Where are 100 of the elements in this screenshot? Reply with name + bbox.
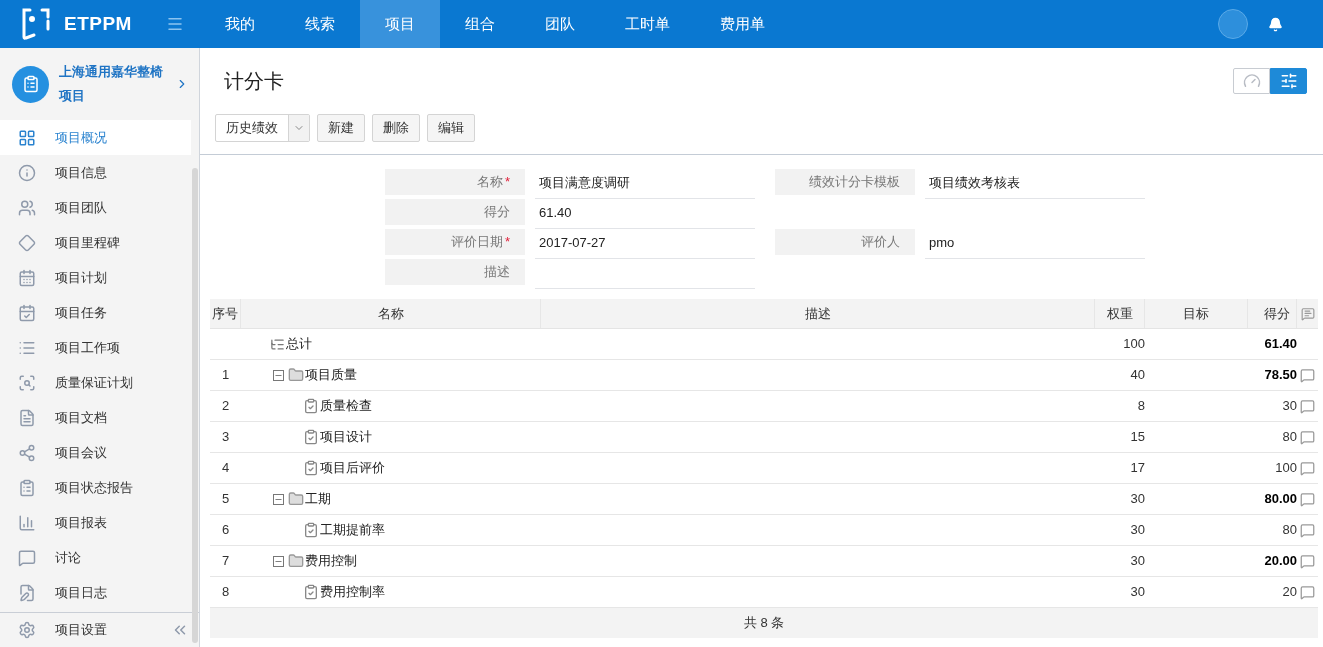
sidebar-item[interactable]: 项目里程碑 [0,225,191,260]
people-icon [18,198,36,217]
column-header[interactable]: 目标 [1145,299,1248,328]
grid-icon [18,128,36,147]
project-name[interactable]: 上海通用嘉华整椅项目 [59,60,165,108]
field-value[interactable]: 项目绩效考核表 [925,169,1145,199]
weight-cell-text: 40 [1129,366,1145,385]
share-icon [18,443,36,462]
sidebar-item[interactable]: 项目信息 [0,155,191,190]
avatar[interactable] [1218,9,1248,39]
nav-tab[interactable]: 我的 [200,0,280,48]
sidebar-item[interactable]: 项目会议 [0,435,191,470]
field-label: 描述 [385,259,525,285]
comment-icon[interactable] [1300,553,1315,569]
speech-bubble-icon [18,548,36,567]
collapse-toggle[interactable] [273,369,284,381]
bar-chart-icon [18,513,36,532]
clipboard-check-icon [303,584,319,600]
sidebar-item[interactable]: 项目状态报告 [0,470,191,505]
sidebar-item[interactable]: 项目任务 [0,295,191,330]
sidebar-item[interactable]: 项目工作项 [0,330,191,365]
nav-tab[interactable]: 工时单 [600,0,695,48]
sidebar-item[interactable]: 项目计划 [0,260,191,295]
score-cell-text: 20 [1281,583,1297,602]
settings-icon[interactable] [18,621,36,639]
row-name: 费用控制率 [320,583,385,602]
page-title: 计分卡 [224,69,284,94]
field-value[interactable]: 61.40 [535,199,755,229]
collapse-toggle[interactable] [273,493,284,505]
row-name: 质量检查 [320,397,372,416]
clipboard-check-icon [303,522,319,538]
sidebar-item[interactable]: 项目概况 [0,120,191,155]
collapse-toggle[interactable] [273,555,284,567]
row-number: 6 [221,522,230,538]
scan-icon [18,373,36,392]
column-header[interactable]: 序号 [210,299,241,328]
toolbar-button[interactable]: 删除 [372,114,420,142]
field-value[interactable]: pmo [925,229,1145,259]
comment-icon[interactable] [1300,584,1315,600]
field-label: 评价人 [775,229,915,255]
folder-icon [288,553,304,569]
sidebar-item[interactable]: 项目团队 [0,190,191,225]
column-header[interactable]: 得分 [1248,299,1297,328]
menu-icon[interactable] [165,15,184,33]
field-label: 绩效计分卡模板 [775,169,915,195]
document-icon [18,408,36,427]
column-header[interactable]: 权重 [1095,299,1145,328]
field-value[interactable]: 2017-07-27 [535,229,755,259]
score-cell-text: 61.40 [1263,335,1297,354]
score-cell-text: 30 [1281,397,1297,416]
bell-icon[interactable] [1268,16,1283,32]
clipboard-check-icon [303,398,319,414]
score-cell-text: 78.50 [1263,366,1297,385]
row-number: 8 [221,584,230,600]
weight-cell-text: 17 [1129,459,1145,478]
comments-icon[interactable] [1300,306,1315,321]
comment-icon[interactable] [1300,429,1315,445]
list-view-button[interactable] [1270,68,1307,94]
row-number: 5 [221,491,230,507]
column-header[interactable]: 描述 [541,299,1095,328]
comment-icon[interactable] [1300,398,1315,414]
folder-icon [288,367,304,383]
nav-tab[interactable]: 线索 [280,0,360,48]
gauge-view-button[interactable] [1233,68,1270,94]
weight-cell-text: 30 [1129,521,1145,540]
scrollbar[interactable] [192,168,198,643]
nav-tab[interactable]: 组合 [440,0,520,48]
row-name: 工期 [305,490,331,509]
row-name: 总计 [286,335,312,354]
column-header[interactable]: 名称 [241,299,541,328]
tree-list-icon [270,336,285,352]
row-name: 项目后评价 [320,459,385,478]
comment-icon[interactable] [1300,367,1315,383]
row-name: 项目质量 [305,366,357,385]
settings-label[interactable]: 项目设置 [55,620,107,640]
clipboard-check-icon [303,429,319,445]
comment-icon[interactable] [1300,522,1315,538]
row-number: 4 [221,460,230,476]
comment-icon[interactable] [1300,491,1315,507]
nav-tab[interactable]: 费用单 [695,0,790,48]
sidebar-item[interactable]: 讨论 [0,540,191,575]
sidebar-item[interactable]: 项目文档 [0,400,191,435]
comment-icon[interactable] [1300,460,1315,476]
edit-icon [18,583,36,602]
field-value[interactable]: 项目满意度调研 [535,169,755,199]
sidebar-item[interactable]: 质量保证计划 [0,365,191,400]
diamond-icon [18,233,36,252]
score-cell-text: 80 [1281,428,1297,447]
toolbar-button[interactable]: 编辑 [427,114,475,142]
logo-icon [20,7,52,41]
nav-tab[interactable]: 团队 [520,0,600,48]
sidebar-item[interactable]: 项目报表 [0,505,191,540]
calendar-icon [18,268,36,287]
sheet-icon [21,75,40,93]
brand-name: ETPPM [64,11,132,36]
row-name: 工期提前率 [320,521,385,540]
row-number: 7 [221,553,230,569]
history-dropdown[interactable]: 历史绩效 [215,114,310,142]
toolbar-button[interactable]: 新建 [317,114,365,142]
sidebar-item[interactable]: 项目日志 [0,575,191,610]
